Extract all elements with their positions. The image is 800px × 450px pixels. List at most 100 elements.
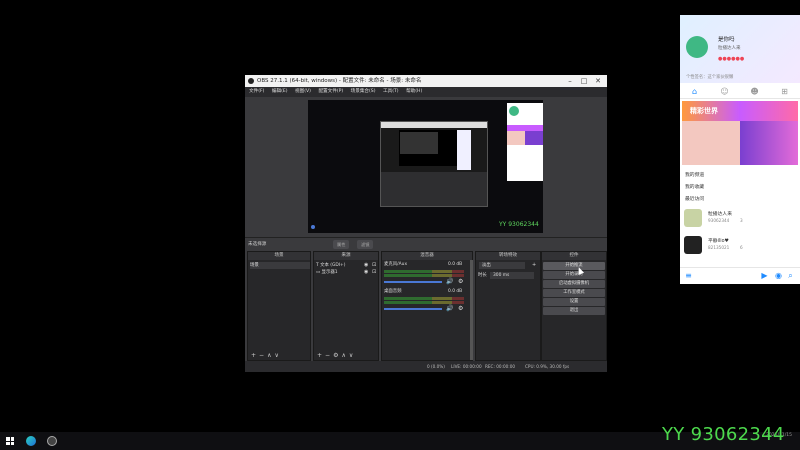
banner-images[interactable] <box>682 121 798 165</box>
recent-name[interactable]: 平静ilio♥ <box>708 237 729 244</box>
recent-avatar <box>684 236 702 254</box>
edge-browser-icon[interactable] <box>26 436 36 446</box>
properties-button[interactable]: 属性 <box>333 240 350 249</box>
exit-button[interactable]: 退出 <box>543 307 605 315</box>
start-streaming-button[interactable]: 开始推流 <box>543 262 605 270</box>
duration-label: 时长 <box>478 273 487 278</box>
visibility-eye-icon[interactable]: ◉ <box>364 269 368 275</box>
section-recent[interactable]: 最近访问 <box>685 195 704 202</box>
remove-icon[interactable]: − <box>259 352 264 359</box>
profile-header: 是你吗 粒播达人来 ●●●●●● 个性签名：这个家伙很懒 <box>680 15 800 83</box>
recent-count: 6 <box>740 245 743 250</box>
add-icon[interactable]: + <box>317 352 322 359</box>
rec-time: REC: 00:00:00 <box>485 364 516 369</box>
lock-icon[interactable]: ⊡ <box>372 262 376 268</box>
volume-slider[interactable] <box>384 281 442 283</box>
scenes-dock-footer: + − ∧ ∨ <box>248 351 310 360</box>
windows-start-icon[interactable] <box>6 437 14 445</box>
avatar[interactable] <box>686 36 708 58</box>
recent-count: 3 <box>740 218 743 223</box>
visibility-eye-icon[interactable]: ◉ <box>364 262 368 268</box>
move-down-icon[interactable]: ∨ <box>349 352 353 359</box>
recent-name[interactable]: 粒播达人来 <box>708 210 732 217</box>
recent-id: 93062344 <box>708 218 730 223</box>
move-down-icon[interactable]: ∨ <box>274 352 278 359</box>
preview-watermark: YY 93062344 <box>499 221 539 228</box>
no-source-label: 未选择源 <box>248 242 267 247</box>
scenes-dock-title: 场景 <box>248 252 310 260</box>
menu-scene-collection[interactable]: 场景集合(S) <box>351 89 376 94</box>
featured-banner[interactable]: 精彩世界 <box>682 101 798 121</box>
add-icon[interactable]: + <box>251 352 256 359</box>
preview-banner-pics <box>507 131 543 145</box>
section-my-favorites[interactable]: 我的收藏 <box>685 183 704 190</box>
gear-icon[interactable]: ⚙ <box>333 352 338 359</box>
menu-help[interactable]: 帮助(H) <box>406 89 422 94</box>
badge-icons: ●●●●●● <box>718 56 745 62</box>
start-recording-button[interactable]: 开始录制 <box>543 271 605 279</box>
transition-select[interactable]: 淡出 <box>479 262 525 269</box>
gear-icon[interactable]: ⚙ <box>458 278 463 285</box>
source-item-text[interactable]: T 文本 (GDI+) <box>316 262 345 269</box>
contacts-icon[interactable]: ☻ <box>750 87 759 96</box>
menu-view[interactable]: 视图(V) <box>295 89 311 94</box>
preview-area: YY 93062344 <box>245 97 607 237</box>
menu-tools[interactable]: 工具(T) <box>383 89 399 94</box>
maximize-icon[interactable]: □ <box>577 75 591 87</box>
audio-meter <box>384 270 464 273</box>
remove-icon[interactable]: − <box>325 352 330 359</box>
sources-dock: 来源 T 文本 (GDI+) ▭ 显示器1 ◉ ⊡ ◉ ⊡ + − ⚙ ∧ ∨ <box>313 251 379 361</box>
add-icon[interactable]: + <box>532 262 536 268</box>
scene-item[interactable]: 场景 <box>250 262 310 269</box>
gear-icon[interactable]: ⚙ <box>458 305 463 312</box>
video-icon[interactable]: ▶ <box>760 271 769 280</box>
mixer-scrollbar[interactable] <box>470 260 473 360</box>
minimize-icon[interactable]: – <box>563 75 577 87</box>
phone-bottom-bar: ≡ ▶ ◉ ⌕ <box>680 267 800 284</box>
audio-meter <box>384 274 464 277</box>
move-up-icon[interactable]: ∧ <box>267 352 271 359</box>
menu-profile[interactable]: 配置文件(P) <box>318 89 343 94</box>
home-icon[interactable]: ⌂ <box>690 87 699 96</box>
duration-input[interactable]: 300 ms <box>490 272 534 279</box>
person-icon[interactable]: ☺ <box>720 87 729 96</box>
source-label: 文本 (GDI+) <box>320 263 346 268</box>
close-icon[interactable]: ✕ <box>591 75 605 87</box>
nested-inner-preview <box>400 132 438 154</box>
menu-file[interactable]: 文件(F) <box>249 89 264 94</box>
start-virtual-camera-button[interactable]: 启动虚拟摄像机 <box>543 280 605 288</box>
mixer-channel-db: 0.0 dB <box>448 289 463 294</box>
section-my-channel[interactable]: 我的频道 <box>685 171 704 178</box>
search-icon[interactable]: ⌕ <box>786 271 795 280</box>
source-label: 显示器1 <box>321 270 338 275</box>
speaker-icon[interactable]: 🔊 <box>446 278 453 285</box>
settings-button[interactable]: 设置 <box>543 298 605 306</box>
studio-mode-button[interactable]: 工作室模式 <box>543 289 605 297</box>
obs-logo-icon <box>248 78 254 84</box>
live-time: LIVE: 00:00:00 <box>451 364 482 369</box>
scenes-dock: 场景 场景 + − ∧ ∨ <box>247 251 311 361</box>
mixer-channel-db: 0.0 dB <box>448 262 463 267</box>
preview-avatar <box>509 106 519 116</box>
yy-client-panel: 是你吗 粒播达人来 ●●●●●● 个性签名：这个家伙很懒 ⌂ ☺ ☻ ⊞ 精彩世… <box>680 15 800 284</box>
menu-edit[interactable]: 编辑(E) <box>272 89 288 94</box>
controls-dock-title: 控件 <box>542 252 606 260</box>
obs-menubar: 文件(F) 编辑(E) 视图(V) 配置文件(P) 场景集合(S) 工具(T) … <box>245 87 607 97</box>
obs-taskbar-icon[interactable] <box>47 436 57 446</box>
recent-id: 82135021 <box>708 245 730 250</box>
preview-canvas[interactable]: YY 93062344 <box>308 100 543 233</box>
user-info: 个性签名：这个家伙很懒 <box>686 75 734 80</box>
record-icon[interactable]: ◉ <box>774 271 783 280</box>
nested-phone <box>457 130 471 170</box>
grid-icon[interactable]: ⊞ <box>780 87 789 96</box>
source-item-display[interactable]: ▭ 显示器1 <box>316 269 338 276</box>
menu-icon[interactable]: ≡ <box>684 271 693 280</box>
obs-titlebar[interactable]: OBS 27.1.1 (64-bit, windows) - 配置文件: 未命名… <box>245 75 607 87</box>
filters-button[interactable]: 滤镜 <box>357 240 374 249</box>
speaker-icon[interactable]: 🔊 <box>446 305 453 312</box>
mixer-dock-title: 混音器 <box>382 252 472 260</box>
lock-icon[interactable]: ⊡ <box>372 269 376 275</box>
audio-meter <box>384 301 464 304</box>
volume-slider[interactable] <box>384 308 442 310</box>
move-up-icon[interactable]: ∧ <box>341 352 345 359</box>
